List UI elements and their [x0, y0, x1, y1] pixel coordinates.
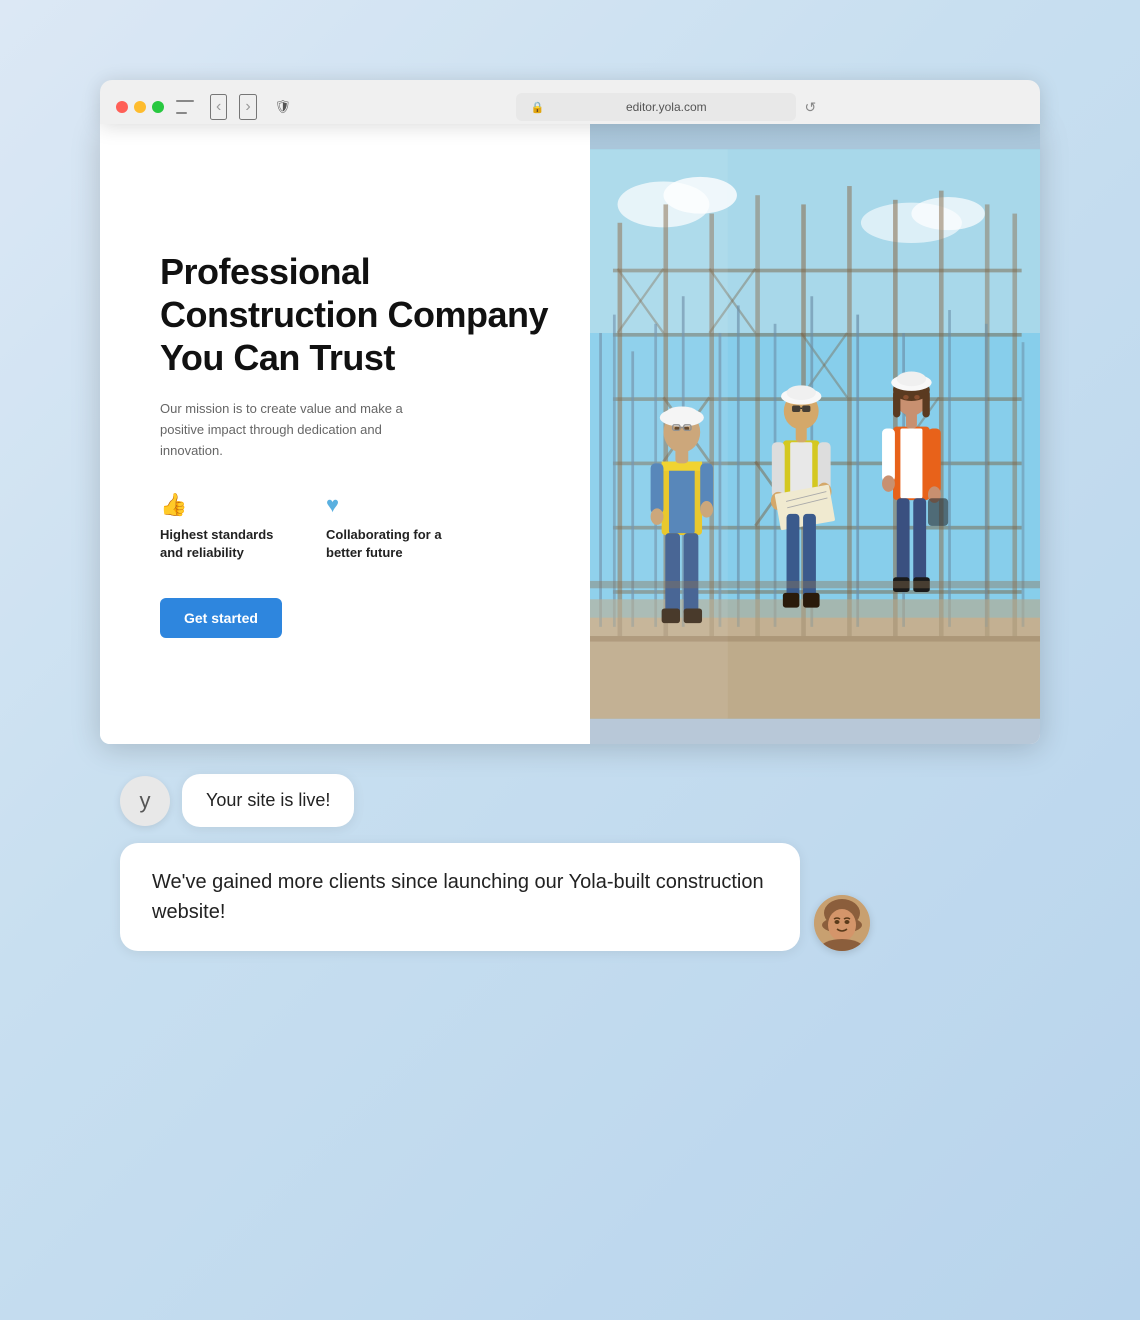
bubble-text-2: We've gained more clients since launchin… — [152, 871, 764, 923]
construction-image — [590, 124, 1040, 744]
browser-content: Professional Construction Company You Ca… — [100, 124, 1040, 744]
bubble-text-1: Your site is live! — [206, 790, 330, 810]
url-text: editor.yola.com — [550, 100, 782, 114]
construction-scene-svg — [590, 124, 1040, 744]
feature-item-2: ♥ Collaborating for a better future — [326, 492, 456, 562]
features-row: 👍 Highest standards and reliability ♥ Co… — [160, 492, 550, 562]
thumbs-up-icon: 👍 — [160, 492, 290, 518]
address-bar[interactable]: 🔒 editor.yola.com — [516, 93, 796, 121]
browser-chrome: ‹ › 🛡 🔒 editor.yola.com ↺ — [100, 80, 1040, 124]
close-button[interactable] — [116, 101, 128, 113]
heart-icon: ♥ — [326, 492, 456, 518]
chat-bubble-right: We've gained more clients since launchin… — [120, 843, 1020, 951]
back-button[interactable]: ‹ — [210, 94, 227, 120]
maximize-button[interactable] — [152, 101, 164, 113]
user-avatar-image — [814, 895, 870, 951]
bubble-right: We've gained more clients since launchin… — [120, 843, 800, 951]
address-bar-wrapper: 🔒 editor.yola.com ↺ — [309, 93, 1024, 121]
lock-icon: 🔒 — [530, 101, 544, 114]
feature-item-1: 👍 Highest standards and reliability — [160, 492, 290, 562]
hero-description: Our mission is to create value and make … — [160, 399, 440, 461]
yola-avatar: y — [120, 776, 170, 826]
forward-button[interactable]: › — [239, 94, 256, 120]
bubble-left: Your site is live! — [182, 774, 354, 827]
chat-section: y Your site is live! We've gained more c… — [100, 774, 1040, 951]
website-left-panel: Professional Construction Company You Ca… — [100, 124, 590, 744]
user-avatar — [814, 895, 870, 951]
sidebar-toggle-icon[interactable] — [176, 100, 194, 114]
outer-wrapper: ‹ › 🛡 🔒 editor.yola.com ↺ Professional C… — [90, 80, 1050, 1240]
hero-title: Professional Construction Company You Ca… — [160, 250, 550, 380]
chat-bubble-left: y Your site is live! — [120, 774, 1020, 827]
reload-icon[interactable]: ↺ — [804, 99, 816, 116]
yola-avatar-letter: y — [140, 788, 151, 814]
traffic-lights — [116, 101, 164, 113]
website-right-panel — [590, 124, 1040, 744]
minimize-button[interactable] — [134, 101, 146, 113]
feature-label-1: Highest standards and reliability — [160, 526, 290, 562]
shield-icon[interactable]: 🛡 — [269, 93, 297, 121]
feature-label-2: Collaborating for a better future — [326, 526, 456, 562]
get-started-button[interactable]: Get started — [160, 598, 282, 638]
